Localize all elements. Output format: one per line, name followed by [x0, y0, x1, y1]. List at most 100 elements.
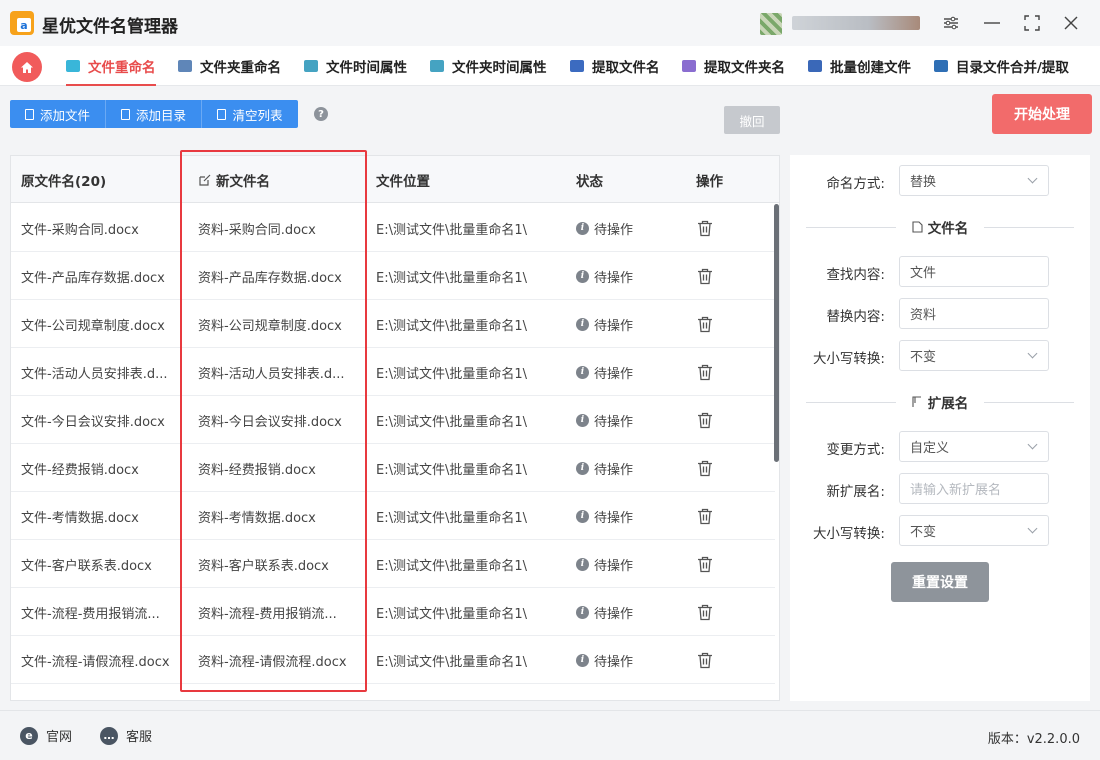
cell-new-name: 资料-考情数据.docx: [198, 510, 316, 526]
chevron-down-icon: [1027, 173, 1038, 184]
new-extension-input[interactable]: 请输入新扩展名: [899, 473, 1049, 504]
tab-batch-create[interactable]: 批量创建文件: [808, 46, 911, 86]
trash-icon: [698, 508, 712, 524]
clear-list-button[interactable]: 清空列表: [202, 100, 298, 128]
cell-status: i 待操作: [576, 636, 633, 684]
add-directory-button[interactable]: 添加目录: [106, 100, 202, 128]
cell-new-name: 资料-流程-请假流程.docx: [198, 654, 347, 670]
website-link[interactable]: e 官网: [20, 726, 72, 745]
rename-folder-icon: [178, 60, 192, 72]
support-link[interactable]: … 客服: [100, 726, 152, 745]
delete-button[interactable]: [697, 348, 713, 396]
cell-location: E:\测试文件\批量重命名1\: [376, 414, 528, 430]
extension-section: 扩展名: [806, 392, 1074, 412]
cell-status: i 待操作: [576, 252, 633, 300]
table-scrollbar[interactable]: [774, 204, 779, 462]
find-input[interactable]: 文件: [899, 256, 1049, 287]
delete-button[interactable]: [697, 540, 713, 588]
trash-icon: [698, 364, 712, 380]
trash-icon: [698, 460, 712, 476]
cell-location: E:\测试文件\批量重命名1\: [376, 222, 528, 238]
tab-file-rename[interactable]: 文件重命名: [66, 46, 156, 86]
ext-case-convert-label: 大小写转换:: [812, 526, 885, 542]
cell-status: i 待操作: [576, 396, 633, 444]
table-row[interactable]: 文件-流程-请假流程.docx 资料-流程-请假流程.docx E:\测试文件\批量…: [11, 636, 775, 684]
tab-extract-filename[interactable]: 提取文件名: [570, 46, 660, 86]
replace-label: 替换内容:: [826, 309, 885, 325]
delete-button[interactable]: [697, 300, 713, 348]
table-row[interactable]: 文件-客户联系表.docx 资料-客户联系表.docx E:\测试文件\批量重命名1…: [11, 540, 775, 588]
naming-mode-select[interactable]: 替换: [899, 165, 1049, 196]
info-icon: i: [576, 317, 589, 331]
file-icon: [24, 108, 34, 120]
info-icon: i: [576, 413, 589, 427]
table-row[interactable]: 文件-产品库存数据.docx 资料-产品库存数据.docx E:\测试文件\批量重命…: [11, 252, 775, 300]
table-row[interactable]: 文件-考情数据.docx 资料-考情数据.docx E:\测试文件\批量重命名1\ i…: [11, 492, 775, 540]
delete-button[interactable]: [697, 252, 713, 300]
start-processing-button[interactable]: 开始处理: [992, 94, 1092, 134]
tab-folder-rename[interactable]: 文件夹重命名: [178, 46, 281, 86]
naming-mode-label: 命名方式:: [826, 176, 885, 192]
settings-icon[interactable]: [938, 10, 964, 36]
tab-extract-foldername[interactable]: 提取文件夹名: [682, 46, 785, 86]
extract-filename-icon: [570, 60, 584, 72]
user-avatar[interactable]: [760, 13, 782, 35]
cell-location: E:\测试文件\批量重命名1\: [376, 510, 528, 526]
delete-button[interactable]: [697, 204, 713, 252]
cell-status: i 待操作: [576, 588, 633, 636]
info-icon: i: [576, 605, 589, 619]
chat-icon: …: [100, 726, 118, 745]
rename-file-icon: [66, 60, 80, 72]
add-file-button[interactable]: 添加文件: [10, 100, 106, 128]
extract-foldername-icon: [682, 60, 696, 72]
close-icon[interactable]: [1058, 10, 1084, 36]
delete-button[interactable]: [697, 396, 713, 444]
trash-icon: [698, 412, 712, 428]
undo-button[interactable]: 撤回: [724, 106, 780, 134]
delete-button[interactable]: [697, 588, 713, 636]
version-label: 版本：v2.2.0.0: [987, 732, 1080, 747]
info-icon: i: [576, 461, 589, 475]
table-row[interactable]: 文件-今日会议安排.docx 资料-今日会议安排.docx E:\测试文件\批量重命…: [11, 396, 775, 444]
home-button[interactable]: [12, 52, 42, 82]
table-row[interactable]: 文件-公司规章制度.docx 资料-公司规章制度.docx E:\测试文件\批量重命…: [11, 300, 775, 348]
user-name-blurred[interactable]: [792, 16, 920, 30]
tab-merge-extract[interactable]: 目录文件合并/提取: [934, 46, 1069, 86]
cell-original-name: 文件-客户联系表.docx: [21, 558, 152, 574]
trash-icon: [217, 108, 227, 120]
cell-location: E:\测试文件\批量重命名1\: [376, 462, 528, 478]
filename-section: 文件名: [806, 217, 1074, 237]
batch-create-icon: [808, 60, 822, 72]
case-convert-select[interactable]: 不变: [899, 340, 1049, 371]
tab-file-time[interactable]: 文件时间属性: [304, 46, 407, 86]
cell-original-name: 文件-流程-请假流程.docx: [21, 654, 170, 670]
table-header: 原文件名(20) 新文件名 文件位置 状态 操作: [11, 156, 779, 203]
app-title: 星优文件名管理器: [42, 17, 178, 37]
table-row[interactable]: 文件-采购合同.docx 资料-采购合同.docx E:\测试文件\批量重命名1\ i…: [11, 204, 775, 252]
delete-button[interactable]: [697, 492, 713, 540]
home-icon: [21, 61, 33, 73]
ext-case-convert-select[interactable]: 不变: [899, 515, 1049, 546]
tab-folder-time[interactable]: 文件夹时间属性: [430, 46, 547, 86]
cell-original-name: 文件-活动人员安排表.d...: [21, 366, 168, 382]
folder-time-icon: [430, 60, 444, 72]
delete-button[interactable]: [697, 444, 713, 492]
help-icon[interactable]: ?: [314, 107, 328, 121]
table-row[interactable]: 文件-经费报销.docx 资料-经费报销.docx E:\测试文件\批量重命名1\ i…: [11, 444, 775, 492]
header-new-name: 新文件名: [199, 156, 270, 203]
reset-settings-button[interactable]: 重置设置: [891, 562, 989, 602]
delete-button[interactable]: [697, 636, 713, 684]
table-row[interactable]: 文件-流程-费用报销流... 资料-流程-费用报销流... E:\测试文件\批量重命…: [11, 588, 775, 636]
cell-location: E:\测试文件\批量重命名1\: [376, 654, 528, 670]
change-mode-select[interactable]: 自定义: [899, 431, 1049, 462]
replace-input[interactable]: 资料: [899, 298, 1049, 329]
minimize-icon[interactable]: [979, 10, 1005, 36]
info-icon: i: [576, 653, 589, 667]
table-row[interactable]: 文件-活动人员安排表.d... 资料-活动人员安排表.d... E:\测试文件\批量…: [11, 348, 775, 396]
cell-new-name: 资料-公司规章制度.docx: [198, 318, 342, 334]
browser-icon: e: [20, 726, 38, 745]
cell-location: E:\测试文件\批量重命名1\: [376, 606, 528, 622]
cell-new-name: 资料-采购合同.docx: [198, 222, 316, 238]
maximize-icon[interactable]: [1019, 10, 1045, 36]
cell-original-name: 文件-经费报销.docx: [21, 462, 139, 478]
